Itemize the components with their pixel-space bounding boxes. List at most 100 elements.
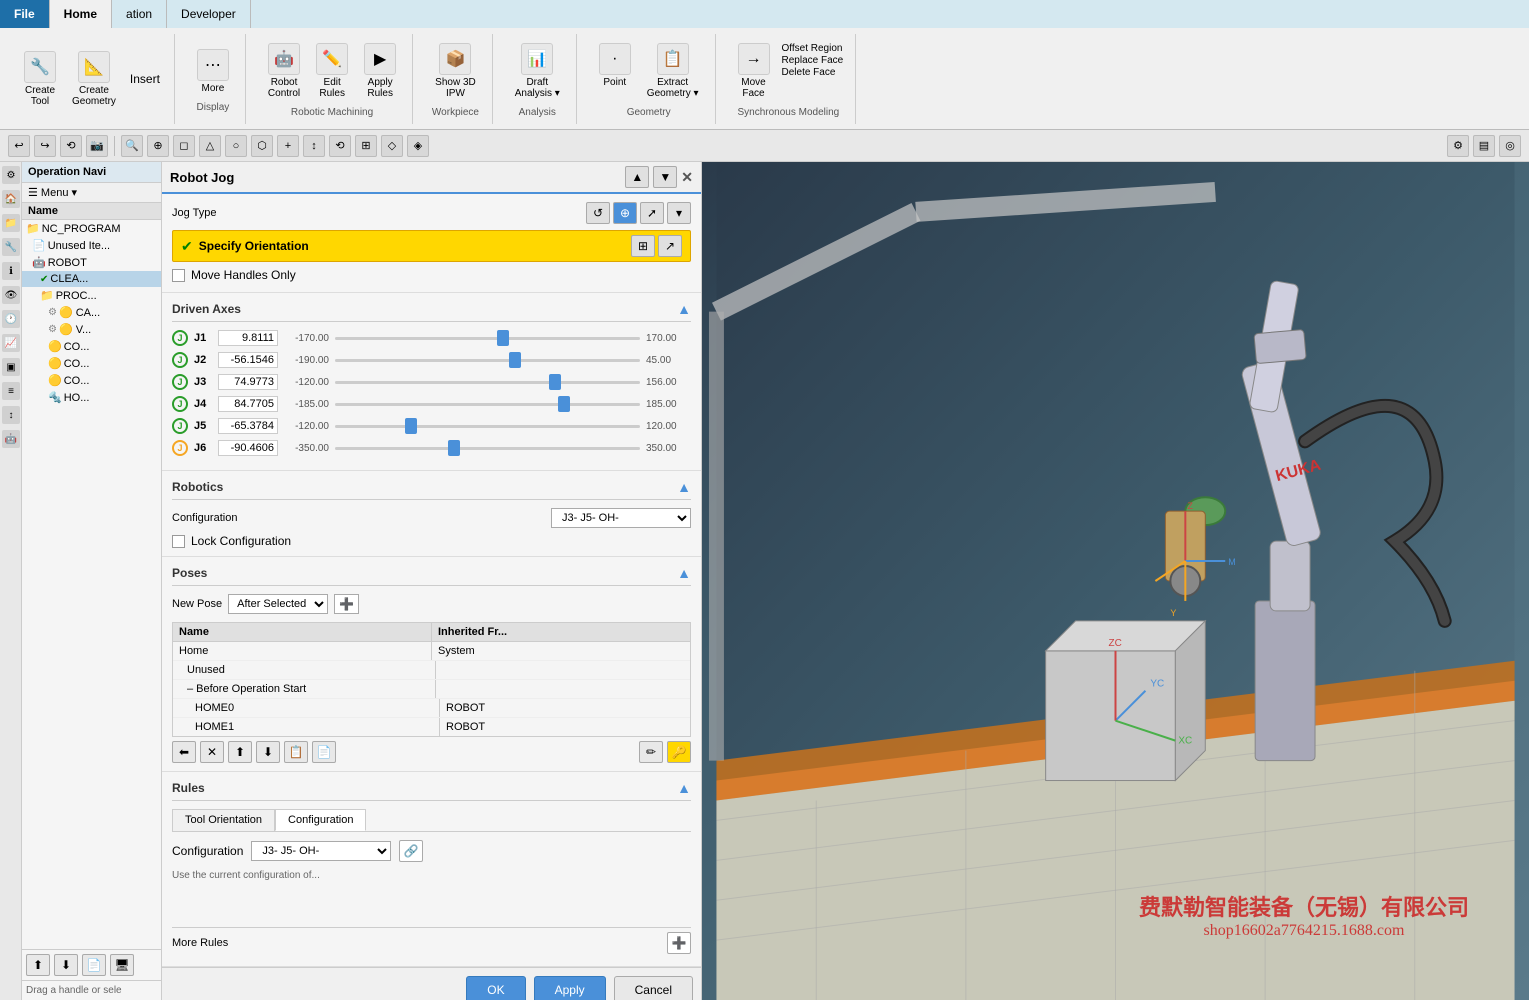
sec-btn-4[interactable]: 📷 — [86, 135, 108, 157]
sec-btn-14[interactable]: ⊞ — [355, 135, 377, 157]
sec-btn-1[interactable]: ↩ — [8, 135, 30, 157]
sec-btn-r2[interactable]: ▤ — [1473, 135, 1495, 157]
poses-toggle[interactable]: ▲ — [677, 565, 691, 581]
tab-file[interactable]: File — [0, 0, 50, 28]
left-icon-layers[interactable]: ≡ — [2, 382, 20, 400]
point-button[interactable]: · Point — [593, 39, 637, 103]
j1-value-input[interactable] — [218, 330, 278, 346]
sec-btn-5[interactable]: 🔍 — [121, 135, 143, 157]
rules-toggle[interactable]: ▲ — [677, 780, 691, 796]
poses-row-unused[interactable]: Unused — [173, 661, 690, 680]
left-icon-tool[interactable]: 🔧 — [2, 238, 20, 256]
left-icon-clock[interactable]: 🕐 — [2, 310, 20, 328]
robot-control-button[interactable]: 🤖 RobotControl — [262, 39, 306, 103]
nav-item-v[interactable]: ⚙ 🟡 V... — [22, 321, 161, 338]
sec-btn-7[interactable]: ◻ — [173, 135, 195, 157]
nav-btn-1[interactable]: ⬆ — [26, 954, 50, 976]
sec-btn-8[interactable]: △ — [199, 135, 221, 157]
poses-action-delete[interactable]: ✕ — [200, 741, 224, 763]
poses-action-copy[interactable]: 📋 — [284, 741, 308, 763]
nav-item-clea[interactable]: ✔ CLEA... — [22, 271, 161, 287]
j6-value-input[interactable] — [218, 440, 278, 456]
apply-button[interactable]: Apply — [534, 976, 606, 1000]
nav-item-ho[interactable]: 🔩 HO... — [22, 389, 161, 406]
jog-type-btn-2[interactable]: ⊕ — [613, 202, 637, 224]
insert-button[interactable]: Insert — [126, 70, 164, 88]
poses-action-move-down[interactable]: ⬇ — [256, 741, 280, 763]
nav-btn-3[interactable]: 📄 — [82, 954, 106, 976]
specify-icon-2[interactable]: ↗ — [658, 235, 682, 257]
panel-scroll-up[interactable]: ▲ — [625, 166, 649, 188]
sec-btn-10[interactable]: ⬡ — [251, 135, 273, 157]
left-icon-home[interactable]: 🏠 — [2, 190, 20, 208]
poses-action-edit[interactable]: ✏ — [639, 741, 663, 763]
poses-action-special[interactable]: 🔑 — [667, 741, 691, 763]
sec-btn-9[interactable]: ○ — [225, 135, 247, 157]
tab-developer[interactable]: Developer — [167, 0, 251, 28]
more-button[interactable]: ⋯ More — [191, 45, 235, 98]
poses-action-paste[interactable]: 📄 — [312, 741, 336, 763]
jog-type-btn-3[interactable]: ➚ — [640, 202, 664, 224]
sec-btn-16[interactable]: ◈ — [407, 135, 429, 157]
j5-slider-thumb[interactable] — [405, 418, 417, 434]
3d-viewport[interactable]: YC ZC XC Z M — [702, 162, 1529, 1000]
poses-action-move-first[interactable]: ⬅ — [172, 741, 196, 763]
nav-btn-4[interactable]: 🖥 — [110, 954, 134, 976]
nav-item-nc-program[interactable]: 📁 NC_PROGRAM — [22, 220, 161, 237]
nav-item-proc[interactable]: 📁 PROC... — [22, 287, 161, 304]
j6-slider-thumb[interactable] — [448, 440, 460, 456]
lock-config-checkbox[interactable] — [172, 535, 185, 548]
sec-btn-13[interactable]: ⟲ — [329, 135, 351, 157]
poses-action-move-up[interactable]: ⬆ — [228, 741, 252, 763]
left-icon-arrows[interactable]: ↕ — [2, 406, 20, 424]
tab-configuration[interactable]: Configuration — [275, 809, 366, 831]
sec-btn-r3[interactable]: ◎ — [1499, 135, 1521, 157]
tab-home[interactable]: Home — [50, 0, 112, 28]
poses-row-home1[interactable]: HOME1 ROBOT — [173, 718, 690, 736]
poses-row-before-op[interactable]: – Before Operation Start — [173, 680, 690, 699]
ok-button[interactable]: OK — [466, 976, 525, 1000]
nav-btn-2[interactable]: ⬇ — [54, 954, 78, 976]
j5-value-input[interactable] — [218, 418, 278, 434]
left-icon-eye[interactable]: 👁 — [2, 286, 20, 304]
left-icon-chart[interactable]: 📈 — [2, 334, 20, 352]
j1-slider-thumb[interactable] — [497, 330, 509, 346]
cancel-button[interactable]: Cancel — [614, 976, 693, 1000]
jog-type-dropdown[interactable]: ▾ — [667, 202, 691, 224]
draft-analysis-button[interactable]: 📊 DraftAnalysis ▾ — [509, 39, 566, 103]
sec-btn-15[interactable]: ◇ — [381, 135, 403, 157]
jog-type-btn-1[interactable]: ↺ — [586, 202, 610, 224]
move-handles-checkbox[interactable] — [172, 269, 185, 282]
new-pose-select[interactable]: After Selected — [228, 594, 328, 614]
move-face-button[interactable]: → MoveFace — [732, 39, 776, 103]
sec-btn-3[interactable]: ⟲ — [60, 135, 82, 157]
robotics-config-select[interactable]: J3- J5- OH- — [551, 508, 691, 528]
apply-rules-button[interactable]: ▶ ApplyRules — [358, 39, 402, 103]
sec-btn-6[interactable]: ⊕ — [147, 135, 169, 157]
panel-close-button[interactable]: ✕ — [681, 169, 693, 186]
sec-btn-11[interactable]: + — [277, 135, 299, 157]
more-rules-btn[interactable]: ➕ — [667, 932, 691, 954]
tab-tool-orientation[interactable]: Tool Orientation — [172, 809, 275, 831]
menu-bar[interactable]: ☰ Menu ▾ — [22, 183, 161, 203]
poses-row-home0[interactable]: HOME0 ROBOT — [173, 699, 690, 718]
create-geometry-button[interactable]: 📐 CreateGeometry — [66, 47, 122, 111]
nav-item-co3[interactable]: 🟡 CO... — [22, 372, 161, 389]
left-icon-folder[interactable]: 📁 — [2, 214, 20, 232]
nav-item-co2[interactable]: 🟡 CO... — [22, 355, 161, 372]
rules-config-add-btn[interactable]: 🔗 — [399, 840, 423, 862]
sec-btn-r1[interactable]: ⚙ — [1447, 135, 1469, 157]
j4-value-input[interactable] — [218, 396, 278, 412]
nav-item-robot[interactable]: 🤖 ROBOT — [22, 254, 161, 271]
poses-row-home[interactable]: Home System — [173, 642, 690, 661]
j4-slider-thumb[interactable] — [558, 396, 570, 412]
nav-item-ca[interactable]: ⚙ 🟡 CA... — [22, 304, 161, 321]
nav-item-co1[interactable]: 🟡 CO... — [22, 338, 161, 355]
left-icon-box[interactable]: ▣ — [2, 358, 20, 376]
add-pose-button[interactable]: ➕ — [334, 594, 359, 614]
sec-btn-2[interactable]: ↪ — [34, 135, 56, 157]
driven-axes-toggle[interactable]: ▲ — [677, 301, 691, 317]
j2-value-input[interactable] — [218, 352, 278, 368]
tab-ation[interactable]: ation — [112, 0, 167, 28]
left-icon-info[interactable]: ℹ — [2, 262, 20, 280]
